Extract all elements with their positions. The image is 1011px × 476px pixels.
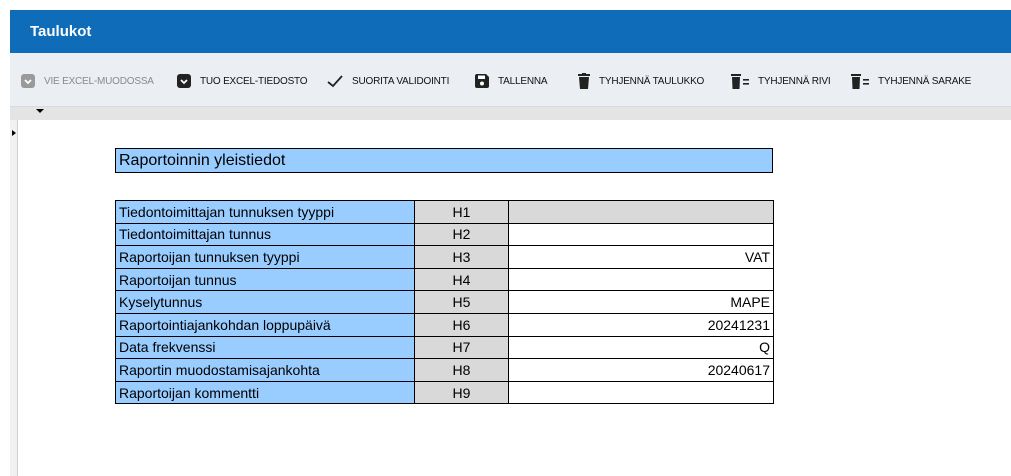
export-icon (21, 74, 35, 88)
row-code: H8 (414, 358, 509, 382)
row-value[interactable]: 20240617 (508, 358, 774, 382)
table-row: Raportin muodostamisajankohta H8 2024061… (115, 358, 774, 382)
import-excel-button[interactable]: TUO EXCEL-TIEDOSTO (176, 72, 308, 90)
chevron-right-icon[interactable] (12, 130, 16, 136)
sheet-tab-strip (10, 107, 1011, 120)
save-button[interactable]: TALLENNA (474, 72, 548, 90)
clear-column-button[interactable]: TYHJENNÄ SARAKE (850, 72, 971, 90)
general-info-table: Tiedontoimittajan tunnuksen tyyppi H1 Ti… (115, 200, 774, 405)
title-bar: Taulukot (10, 10, 1011, 53)
row-value[interactable]: Q (508, 335, 774, 360)
table-row: Raportointiajankohdan loppupäivä H6 2024… (115, 312, 774, 337)
row-value[interactable]: MAPE (508, 290, 774, 314)
clear-row-button[interactable]: TYHJENNÄ RIVI (730, 72, 831, 90)
window-title: Taulukot (30, 23, 92, 40)
table-row: Tiedontoimittajan tunnus H2 (115, 222, 774, 247)
row-code: H4 (414, 267, 509, 292)
row-code: H6 (414, 312, 509, 337)
delete-column-icon (851, 74, 869, 89)
table-row: Data frekvenssi H7 Q (115, 335, 774, 360)
row-code: H5 (414, 290, 509, 314)
row-value[interactable] (508, 267, 774, 292)
row-label: Raportoijan tunnus (115, 267, 415, 292)
table-row: Tiedontoimittajan tunnuksen tyyppi H1 (115, 200, 774, 224)
row-code: H3 (414, 245, 509, 269)
section-header-label: Raportoinnin yleistiedot (119, 152, 286, 169)
row-header-bar (10, 120, 18, 476)
table-row: Raportoijan kommentti H9 (115, 380, 774, 405)
validate-label: SUORITA VALIDOINTI (352, 75, 450, 87)
row-label: Raportin muodostamisajankohta (115, 358, 415, 382)
table-row: Raportoijan tunnuksen tyyppi H3 VAT (115, 245, 774, 269)
validate-button[interactable]: SUORITA VALIDOINTI (326, 72, 449, 90)
row-label: Raportointiajankohdan loppupäivä (115, 312, 415, 337)
table-row: Raportoijan tunnus H4 (115, 267, 774, 292)
section-header: Raportoinnin yleistiedot (115, 148, 773, 173)
row-code: H2 (414, 222, 509, 247)
row-code: H1 (414, 200, 509, 224)
import-icon (177, 74, 191, 88)
delete-row-icon (731, 74, 749, 89)
table-row: Kyselytunnus H5 MAPE (115, 290, 774, 314)
row-label: Raportoijan kommentti (115, 380, 415, 405)
row-label: Tiedontoimittajan tunnus (115, 222, 415, 247)
chevron-down-icon[interactable] (36, 109, 44, 113)
export-excel-button[interactable]: VIE EXCEL-MUODOSSA (20, 72, 154, 90)
row-label: Data frekvenssi (115, 335, 415, 360)
row-value[interactable]: 20241231 (508, 312, 774, 337)
save-icon (475, 74, 489, 88)
row-code: H9 (414, 380, 509, 405)
clear-column-label: TYHJENNÄ SARAKE (878, 75, 972, 87)
save-label: TALLENNA (498, 75, 548, 87)
row-label: Raportoijan tunnuksen tyyppi (115, 245, 415, 269)
row-value[interactable] (508, 200, 774, 224)
row-label: Tiedontoimittajan tunnuksen tyyppi (115, 200, 415, 224)
checkmark-icon (327, 75, 343, 88)
trash-icon (578, 73, 590, 89)
row-value[interactable] (508, 222, 774, 247)
row-value[interactable] (508, 380, 774, 405)
clear-table-button[interactable]: TYHJENNÄ TAULUKKO (577, 72, 704, 90)
row-code: H7 (414, 335, 509, 360)
row-label: Kyselytunnus (115, 290, 415, 314)
row-value[interactable]: VAT (508, 245, 774, 269)
export-excel-label: VIE EXCEL-MUODOSSA (44, 75, 154, 87)
clear-table-label: TYHJENNÄ TAULUKKO (599, 75, 705, 87)
import-excel-label: TUO EXCEL-TIEDOSTO (200, 75, 308, 87)
clear-row-label: TYHJENNÄ RIVI (758, 75, 831, 87)
toolbar: VIE EXCEL-MUODOSSA TUO EXCEL-TIEDOSTO SU… (10, 53, 1011, 107)
